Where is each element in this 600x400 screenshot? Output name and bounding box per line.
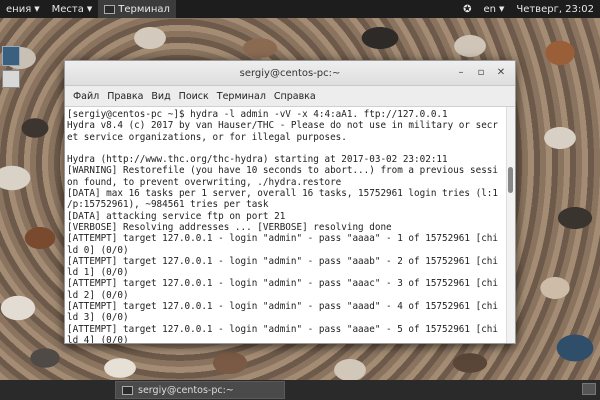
terminal-line: ld 3] (0/0) [67,312,129,324]
language-menu[interactable]: en ▼ [477,0,510,18]
minimize-icon[interactable]: – [453,65,469,81]
terminal-app-menu[interactable]: Терминал [98,0,176,18]
terminal-line: [ATTEMPT] target 127.0.0.1 - login "admi… [67,301,498,313]
menu-search[interactable]: Поиск [175,91,213,102]
terminal-line: [DATA] max 16 tasks per 1 server, overal… [67,188,498,200]
maximize-icon[interactable]: ▫ [473,65,489,81]
terminal-line: on found, to prevent overwriting, ./hydr… [67,176,342,188]
terminal-line: ld 4] (0/0) [67,334,129,343]
chevron-down-icon: ▼ [34,5,40,13]
accessibility-menu[interactable]: ✪ [457,0,477,18]
top-panel: ения ▼ Места ▼ Терминал ✪ en ▼ Четверг, … [0,0,600,18]
terminal-line: et service organizations, or for illegal… [67,131,347,143]
accessibility-icon: ✪ [463,3,472,15]
menu-terminal[interactable]: Терминал [213,91,270,102]
terminal-line: /p:15752961), ~984561 tries per task [67,199,269,211]
chevron-down-icon: ▼ [86,5,93,13]
terminal-output[interactable]: [sergiy@centos-pc ~]$ hydra -l admin -vV… [65,107,507,343]
terminal-line: ld 0] (0/0) [67,244,129,256]
bottom-taskbar: sergiy@centos-pc:~ [0,380,600,400]
menu-view[interactable]: Вид [147,91,174,102]
clock[interactable]: Четверг, 23:02 [510,0,600,18]
window-controls: – ▫ ✕ [453,65,509,81]
close-icon[interactable]: ✕ [493,65,509,81]
desktop-folder-icon[interactable] [2,46,20,66]
clock-label: Четверг, 23:02 [516,3,594,15]
window-title: sergiy@centos-pc:~ [239,67,341,79]
terminal-window[interactable]: sergiy@centos-pc:~ – ▫ ✕ Файл Правка Вид… [64,60,516,344]
menubar: Файл Правка Вид Поиск Терминал Справка [65,86,515,107]
terminal-line: ld 2] (0/0) [67,289,129,301]
terminal-line: [ATTEMPT] target 127.0.0.1 - login "admi… [67,278,498,290]
scrollbar[interactable] [506,107,515,343]
terminal-line: Hydra v8.4 (c) 2017 by van Hauser/THC - … [67,120,498,132]
scroll-thumb[interactable] [508,167,513,193]
terminal-line: ld 1] (0/0) [67,267,129,279]
places-menu[interactable]: Места ▼ [46,0,99,18]
window-titlebar[interactable]: sergiy@centos-pc:~ – ▫ ✕ [65,61,515,86]
terminal-app-label: Терминал [118,3,170,15]
chevron-down-icon: ▼ [498,5,505,13]
terminal-line: [sergiy@centos-pc ~]$ hydra -l admin -vV… [67,109,448,120]
language-label: en [483,3,496,15]
taskbar-window-item[interactable]: sergiy@centos-pc:~ [115,381,285,399]
terminal-icon [122,385,133,395]
terminal-line: [ATTEMPT] target 127.0.0.1 - login "admi… [67,233,498,245]
terminal-line: [ATTEMPT] target 127.0.0.1 - login "admi… [67,323,498,335]
menu-edit[interactable]: Правка [103,91,147,102]
applications-label: ения [6,3,32,15]
places-label: Места [51,3,84,15]
workspace-switcher[interactable] [582,383,596,395]
menu-help[interactable]: Справка [270,91,320,102]
menu-file[interactable]: Файл [69,91,103,102]
terminal-line: [WARNING] Restorefile (you have 10 secon… [67,165,498,177]
terminal-icon [104,4,116,14]
terminal-line: [VERBOSE] Resolving addresses ... [VERBO… [67,221,392,233]
applications-menu[interactable]: ения ▼ [0,0,46,18]
terminal-line: [ATTEMPT] target 127.0.0.1 - login "admi… [67,255,498,267]
terminal-line: Hydra (http://www.thc.org/thc-hydra) sta… [67,154,448,166]
desktop-file-icon[interactable] [2,70,20,88]
terminal-line: [DATA] attacking service ftp on port 21 [67,210,286,222]
taskbar-window-label: sergiy@centos-pc:~ [138,384,234,396]
